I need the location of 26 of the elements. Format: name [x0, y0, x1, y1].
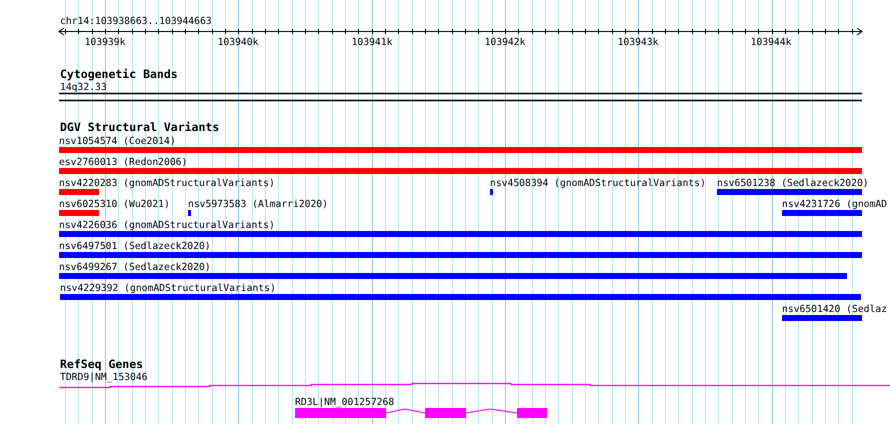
ruler-title: chr14:103938663..103944663: [60, 16, 212, 27]
track-title: Cytogenetic Bands: [60, 67, 178, 81]
variant-label: nsv4220283 (gnomADStructuralVariants): [59, 178, 275, 189]
track-title: DGV Structural Variants: [60, 120, 220, 134]
variant-label: nsv6497501 (Sedlazeck2020): [59, 241, 211, 252]
band-label: 14q32.33: [60, 82, 107, 93]
variant-label: nsv1054574 (Coe2014): [59, 136, 176, 147]
tick-label: 103943k: [618, 37, 658, 48]
tick-label: 103942k: [484, 37, 526, 48]
track-title: RefSeq Genes: [60, 357, 144, 371]
variant-label: esv2760013 (Redon2006): [59, 157, 188, 168]
variant-label: nsv4508394 (gnomADStructuralVariants): [490, 178, 706, 189]
tick-label: 103940k: [218, 37, 258, 48]
gene-label: TDRD9|NM_153046: [60, 372, 148, 383]
gene-label: RD3L|NM_001257268: [295, 397, 394, 408]
variant-label: nsv6501238 (Sedlazeck2020): [717, 178, 869, 189]
variant-label: nsv5973583 (Almarri2020): [188, 199, 328, 210]
variant-label: nsv6025310 (Wu2021): [59, 199, 170, 210]
variant-label: nsv4229392 (gnomADStructuralVariants): [60, 283, 276, 294]
tick-label: 103944k: [750, 37, 792, 48]
variant-label: nsv4231726 (gnomAD: [782, 199, 887, 210]
variant-label: nsv4226036 (gnomADStructuralVariants): [59, 220, 275, 231]
tick-label: 103939k: [84, 37, 126, 48]
variant-label: nsv6501420 (Sedlaz: [782, 304, 887, 315]
variant-label: nsv6499267 (Sedlazeck2020): [59, 262, 211, 273]
tick-label: 103941k: [352, 37, 392, 48]
